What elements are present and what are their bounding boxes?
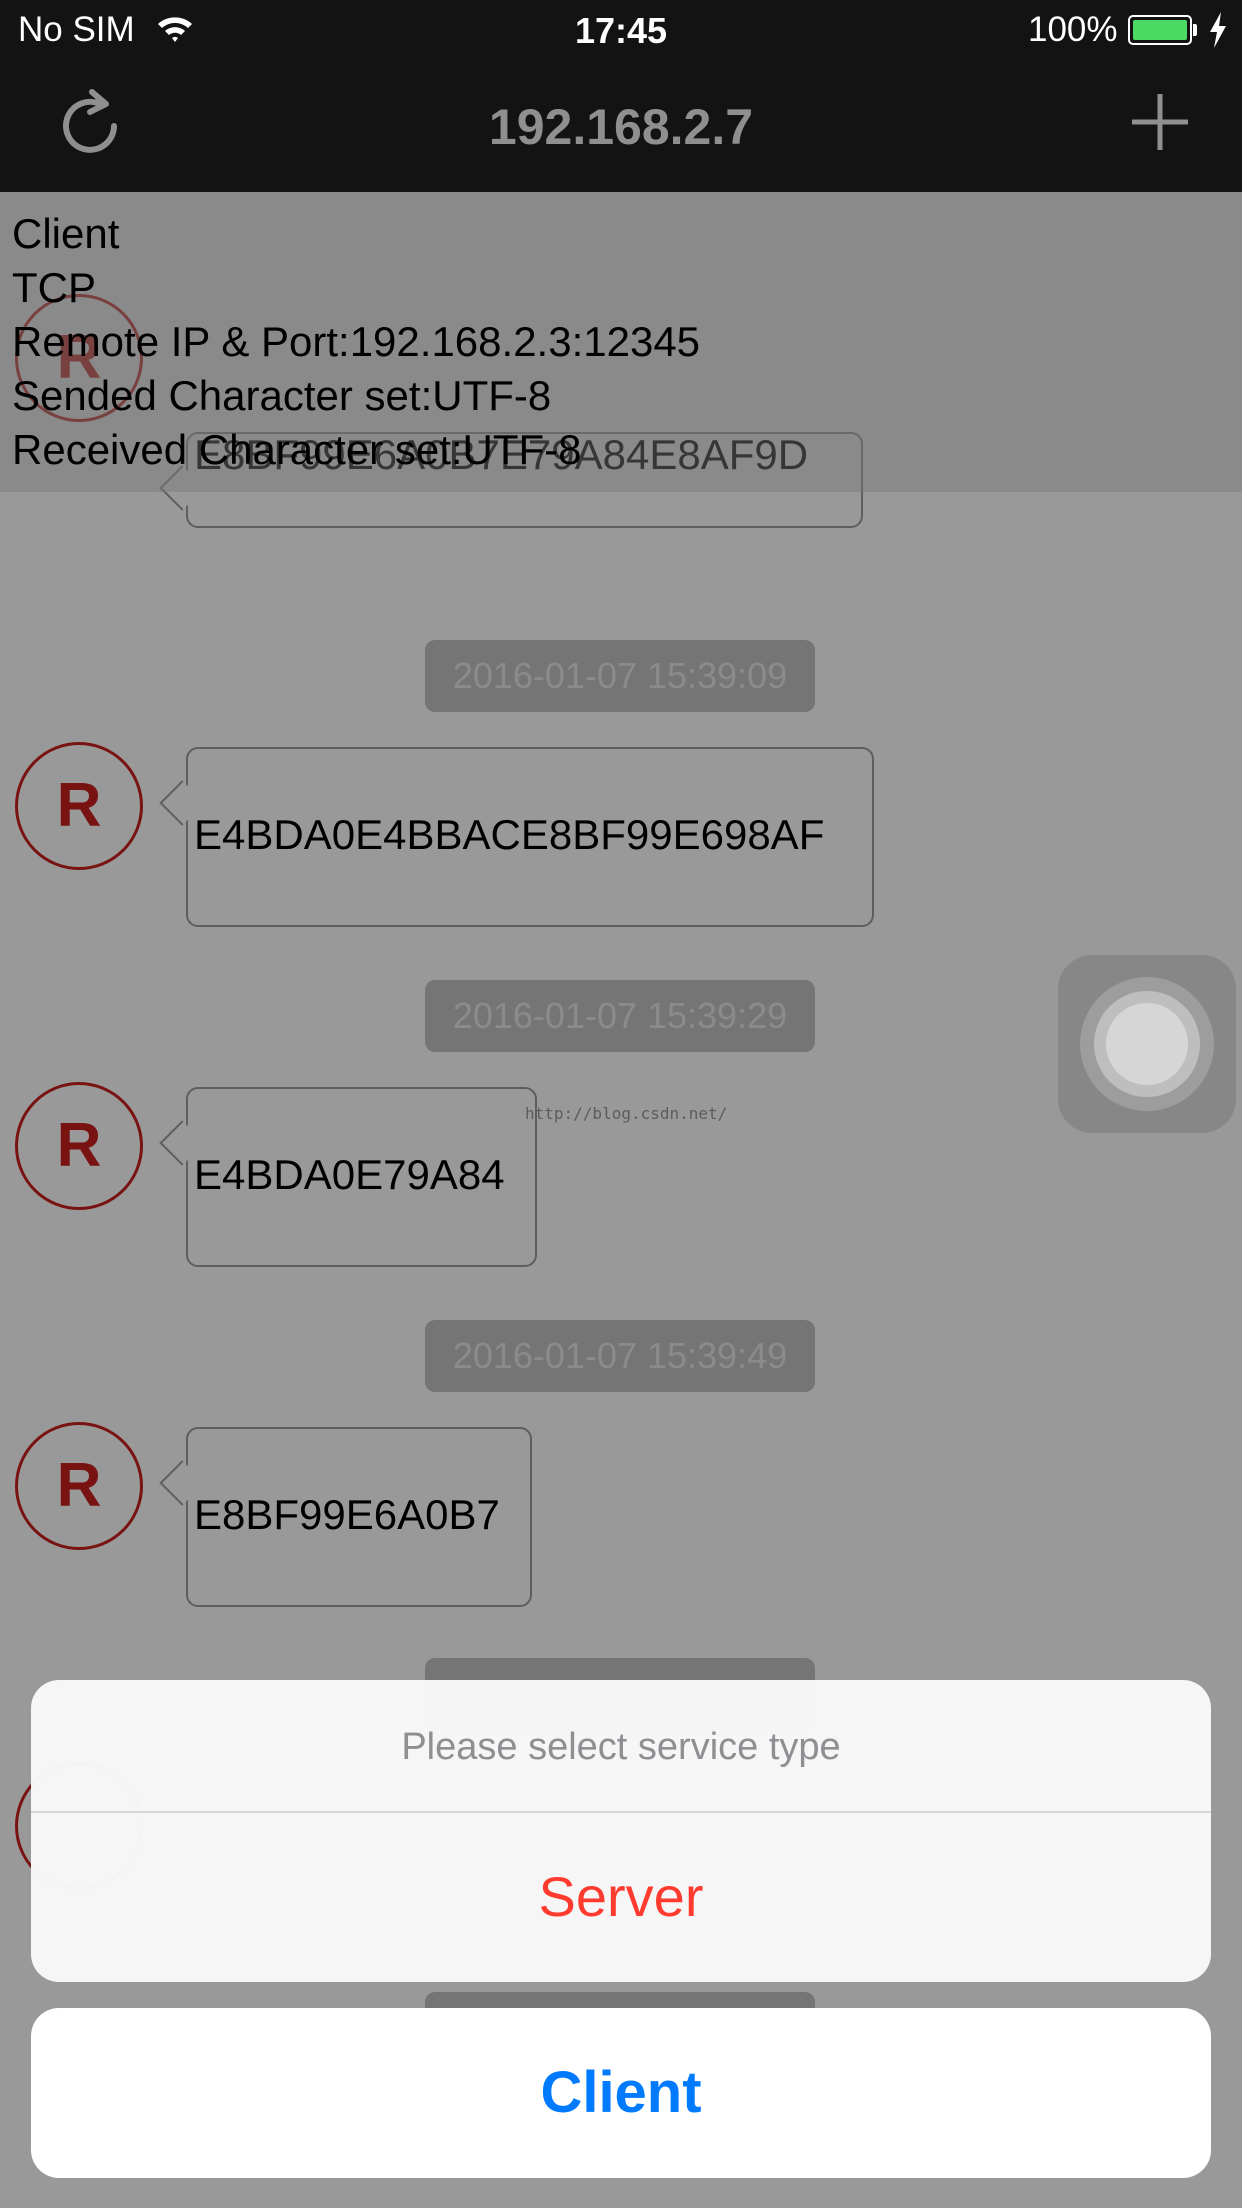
page-title: 192.168.2.7 — [488, 99, 754, 155]
client-option-button[interactable]: Client — [31, 2008, 1211, 2178]
battery-percent: 100% — [1028, 10, 1118, 49]
action-sheet: Please select service type Server — [31, 1680, 1211, 1982]
navigation-bar: 192.168.2.7 — [0, 62, 1242, 192]
assistive-touch-button[interactable] — [1058, 955, 1236, 1133]
battery-icon — [1128, 15, 1192, 45]
server-option-button[interactable]: Server — [31, 1812, 1211, 1982]
action-sheet-message: Please select service type — [401, 1726, 841, 1768]
status-bar: No SIM 17:45 100% — [0, 0, 1242, 62]
battery-nub — [1193, 24, 1197, 36]
plus-icon[interactable] — [1120, 82, 1200, 162]
bolt-icon — [1210, 12, 1226, 48]
